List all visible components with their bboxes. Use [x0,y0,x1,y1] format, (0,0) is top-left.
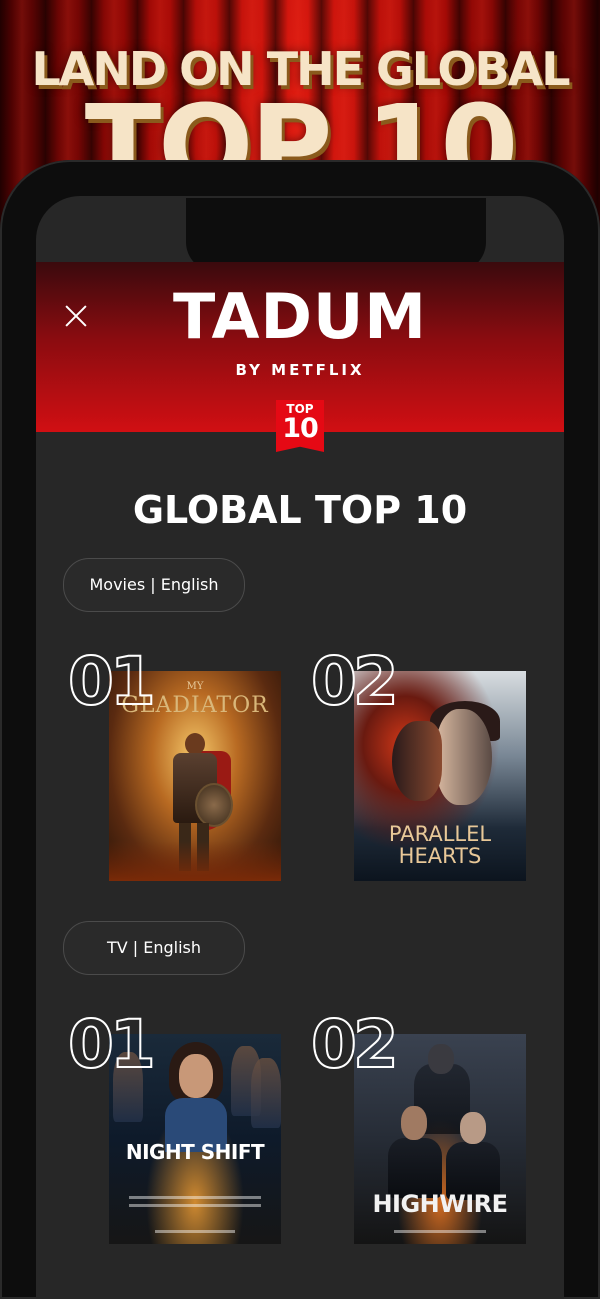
category-pill-movies[interactable]: Movies | English [63,558,245,612]
embers-decoration [109,841,281,881]
brand-subtitle: BY METFLIX [235,361,365,379]
poster-figure [428,1044,454,1074]
brand-logo: TADUM [173,280,427,353]
page-title: GLOBAL TOP 10 [132,488,468,532]
poster-credits [394,1230,486,1233]
poster-credits [129,1204,261,1207]
top10-badge-icon: TOP 10 [276,400,324,452]
poster-title: NIGHT SHIFT [125,1140,265,1164]
poster-figure [436,709,492,805]
poster-credits [155,1230,235,1233]
poster-title-line1: PARALLEL [388,822,492,846]
poster-title: PARALLEL HEARTS [354,823,526,867]
poster-figure [165,1042,227,1152]
poster-credits [129,1196,261,1199]
poster-figure [392,721,442,801]
phone-frame: TADUM BY METFLIX TOP 10 GLOBAL TOP 10 Mo… [0,160,600,1299]
phone-notch [186,198,486,272]
category-pill-tv[interactable]: TV | English [63,921,245,975]
poster-figure [460,1112,486,1144]
poster-figure [401,1106,427,1140]
poster-title: HIGHWIRE [372,1190,508,1218]
poster-figure [251,1058,281,1128]
app-screen: TADUM BY METFLIX TOP 10 GLOBAL TOP 10 Mo… [36,196,564,1299]
rank-number: 01 [67,642,157,721]
rank-number: 02 [310,642,400,721]
poster-figure [388,1138,442,1198]
poster-title-line2: HEARTS [398,844,482,868]
rank-number: 02 [310,1005,400,1084]
bottom-fade [36,1259,564,1299]
badge-number: 10 [282,413,319,444]
rank-number: 01 [67,1005,157,1084]
